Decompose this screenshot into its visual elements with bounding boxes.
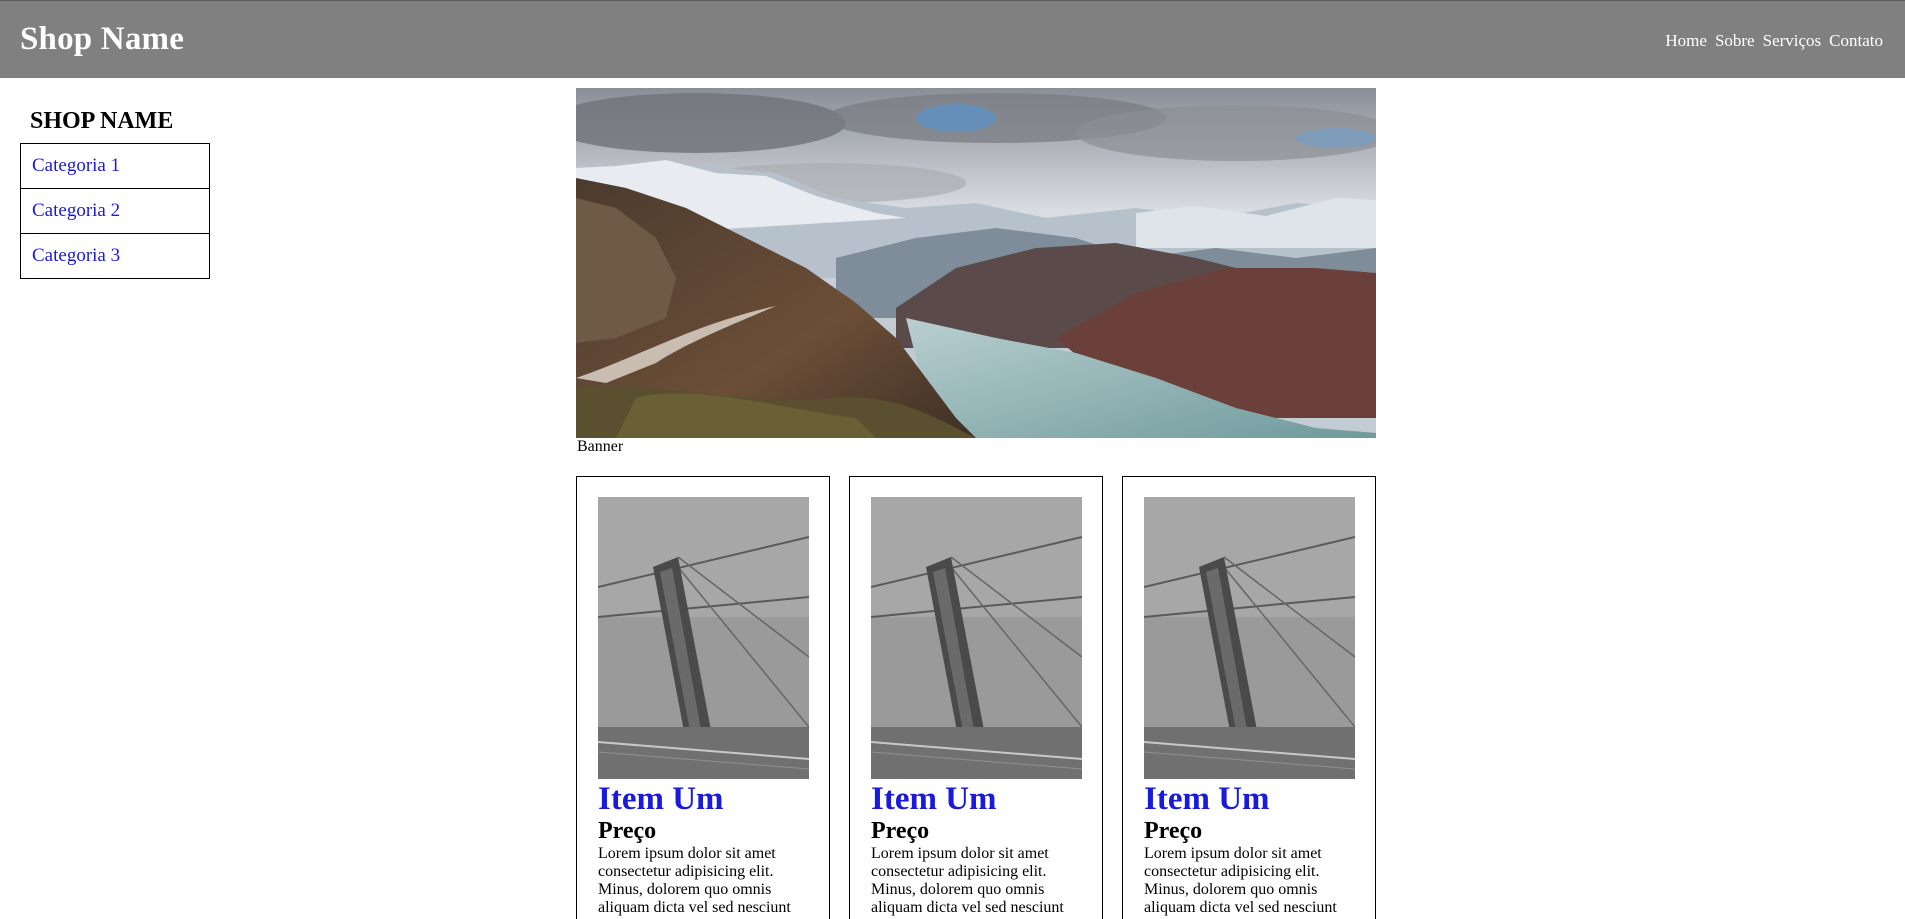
bridge-tower-illustration [871,497,1082,779]
product-price: Preço [1144,818,1203,844]
nav-link-contato[interactable]: Contato [1829,31,1883,51]
brand-title[interactable]: Shop Name [20,21,184,58]
product-description: Lorem ipsum dolor sit amet consectetur a… [1144,845,1337,916]
product-title[interactable]: Item Um [598,781,809,817]
product-price: Preço [598,818,657,844]
product-card: Item Um Preço Lorem ipsum dolor sit amet… [576,476,830,919]
bridge-tower-illustration [598,497,809,779]
category-link-3[interactable]: Categoria 3 [21,234,209,279]
sidebar-title: SHOP NAME [30,108,174,134]
banner-image [576,88,1376,438]
nav-link-sobre[interactable]: Sobre [1715,31,1755,51]
product-image[interactable] [1144,497,1355,779]
product-card: Item Um Preço Lorem ipsum dolor sit amet… [1122,476,1376,919]
category-list: Categoria 1 Categoria 2 Categoria 3 [20,143,210,279]
mountain-landscape-illustration [576,88,1376,438]
sidebar: SHOP NAME Categoria 1 Categoria 2 Catego… [20,108,210,279]
nav-link-servicos[interactable]: Serviços [1763,31,1822,51]
product-image[interactable] [871,497,1082,779]
product-grid: Item Um Preço Lorem ipsum dolor sit amet… [576,476,1376,919]
category-link-1[interactable]: Categoria 1 [21,144,209,189]
nav-link-home[interactable]: Home [1665,31,1707,51]
product-title[interactable]: Item Um [1144,781,1355,817]
product-description: Lorem ipsum dolor sit amet consectetur a… [598,845,791,916]
category-link-2[interactable]: Categoria 2 [21,189,209,234]
product-card: Item Um Preço Lorem ipsum dolor sit amet… [849,476,1103,919]
banner-caption: Banner [577,438,624,455]
main-nav: Home Sobre Serviços Contato [1665,31,1883,51]
bridge-tower-illustration [1144,497,1355,779]
product-price: Preço [871,818,930,844]
product-image[interactable] [598,497,809,779]
product-title[interactable]: Item Um [871,781,1082,817]
product-description: Lorem ipsum dolor sit amet consectetur a… [871,845,1064,916]
top-navbar: Shop Name Home Sobre Serviços Contato [0,0,1905,78]
